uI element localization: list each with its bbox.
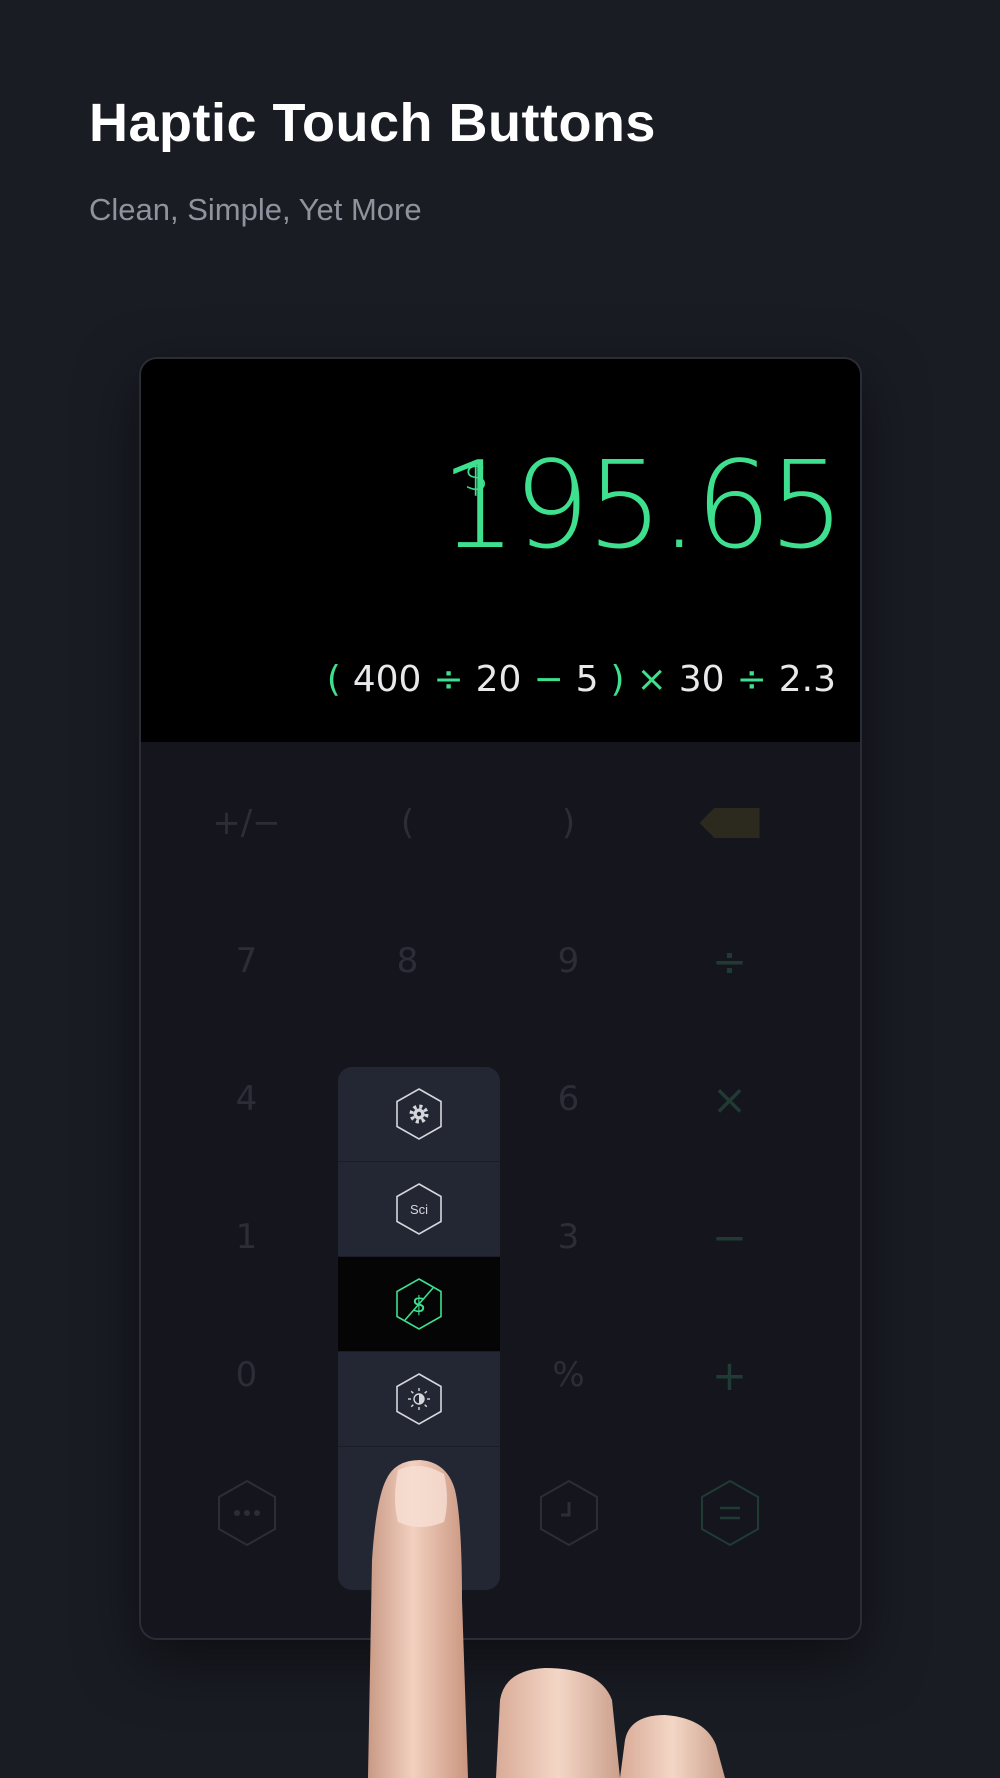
page-title: Haptic Touch Buttons — [89, 93, 656, 153]
plus-minus-button[interactable]: +/− — [166, 754, 327, 892]
menu-currency-toggle[interactable]: $ — [338, 1257, 500, 1352]
key-4[interactable]: 4 — [166, 1030, 327, 1168]
expression-operator: − — [533, 659, 564, 700]
result-value: 195.65 — [440, 437, 845, 576]
sci-label: Sci — [410, 1202, 428, 1217]
expression-number: 20 — [475, 659, 522, 700]
equals-icon — [700, 1479, 759, 1547]
brightness-icon — [396, 1373, 442, 1425]
key-1[interactable]: 1 — [166, 1168, 327, 1306]
key-9[interactable]: 9 — [488, 892, 649, 1030]
multiply-button[interactable]: × — [649, 1030, 810, 1168]
backspace-icon — [699, 808, 760, 838]
menu-empty-slot[interactable] — [338, 1447, 500, 1590]
expression-operator: ( — [326, 659, 341, 700]
keypad: +/− ( ) 7 8 9 ÷ 4 6 × 1 3 − 0 % + — [141, 742, 860, 1638]
minus-button[interactable]: − — [649, 1168, 810, 1306]
expression-operator: ÷ — [736, 659, 767, 700]
expression-number: 400 — [352, 659, 422, 700]
menu-settings[interactable] — [338, 1067, 500, 1162]
expression-operator: ) — [610, 659, 625, 700]
menu-scientific[interactable]: Sci — [338, 1162, 500, 1257]
currency-label: $ — [412, 1293, 426, 1318]
percent-button[interactable]: % — [488, 1306, 649, 1444]
expression-operator: ÷ — [433, 659, 464, 700]
more-button[interactable] — [166, 1444, 327, 1582]
key-8[interactable]: 8 — [327, 892, 488, 1030]
open-paren-button[interactable]: ( — [327, 754, 488, 892]
key-3[interactable]: 3 — [488, 1168, 649, 1306]
key-0[interactable]: 0 — [166, 1306, 327, 1444]
page-subtitle: Clean, Simple, Yet More — [89, 192, 422, 227]
expression-number: 5 — [575, 659, 599, 700]
key-7[interactable]: 7 — [166, 892, 327, 1030]
key-6[interactable]: 6 — [488, 1030, 649, 1168]
history-button[interactable] — [488, 1444, 649, 1582]
divide-button[interactable]: ÷ — [649, 892, 810, 1030]
calculator-device: $ 195.65 (400 ÷ 20−5) × 30 ÷ 2.3 +/− ( ) 7 8 9… — [139, 357, 862, 1640]
expression-number: 2.3 — [778, 659, 836, 700]
calculator-display: $ 195.65 (400 ÷ 20−5) × 30 ÷ 2.3 — [141, 359, 860, 742]
sci-icon: Sci — [396, 1183, 442, 1235]
more-icon — [217, 1479, 276, 1547]
currency-off-icon: $ — [396, 1278, 442, 1330]
plus-button[interactable]: + — [649, 1306, 810, 1444]
haptic-menu: Sci $ — [338, 1067, 500, 1590]
menu-theme[interactable] — [338, 1352, 500, 1447]
expression-operator: × — [636, 659, 667, 700]
close-paren-button[interactable]: ) — [488, 754, 649, 892]
equals-button[interactable] — [649, 1444, 810, 1582]
clock-icon — [539, 1479, 598, 1547]
expression-line: (400 ÷ 20−5) × 30 ÷ 2.3 — [327, 659, 836, 700]
backspace-button[interactable] — [649, 754, 810, 892]
gear-icon — [396, 1088, 442, 1140]
expression-number: 30 — [678, 659, 725, 700]
